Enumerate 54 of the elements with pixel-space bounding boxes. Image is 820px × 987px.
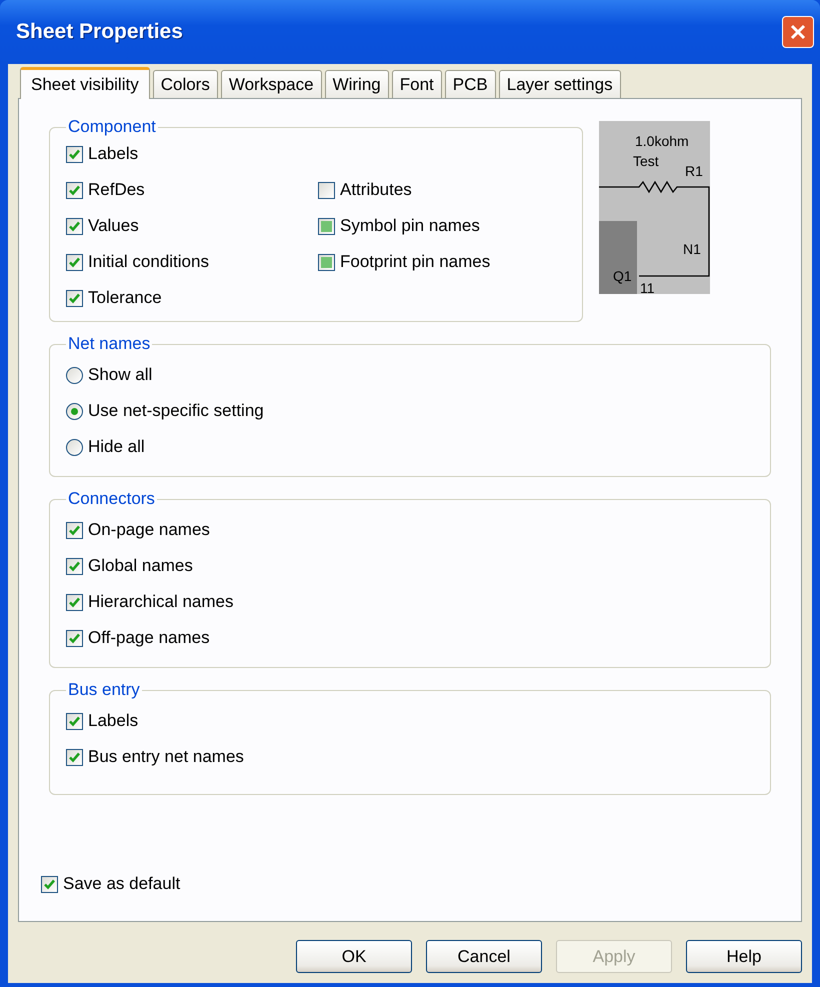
checkbox-option[interactable]: Values [66,213,139,239]
checkbox-option[interactable]: RefDes [66,177,145,203]
checkbox-option[interactable]: On-page names [66,517,210,543]
group-title: Bus entry [67,680,141,700]
checkbox-option[interactable]: Footprint pin names [318,249,490,275]
checkbox[interactable] [66,290,83,306]
tab[interactable]: Wiring [324,70,389,98]
checkbox[interactable] [66,594,83,610]
checkbox-option[interactable]: Global names [66,553,193,579]
close-icon [789,23,807,41]
checkbox-option[interactable]: Labels [66,141,138,167]
checkbox[interactable] [66,630,83,646]
checkbox[interactable] [318,218,335,234]
checkbox[interactable] [66,254,83,270]
checkbox-option[interactable]: Bus entry net names [66,744,244,770]
checkbox[interactable] [66,218,83,234]
tab[interactable]: Font [392,70,442,98]
tab[interactable]: Sheet visibility [20,67,150,99]
dialog-button[interactable]: OK [296,940,412,973]
checkbox[interactable] [318,254,335,270]
radio-option[interactable]: Hide all [66,434,145,460]
tab[interactable]: Layer settings [498,70,621,98]
checkbox-option[interactable]: Labels [66,708,138,734]
checkbox-option[interactable]: Initial conditions [66,249,209,275]
group-title: Connectors [67,489,156,509]
checkbox-option[interactable]: Symbol pin names [318,213,480,239]
tab[interactable]: PCB [444,70,496,98]
radio-button[interactable] [66,402,83,420]
radio-button[interactable] [66,438,83,456]
checkbox[interactable] [66,522,83,538]
radio-option[interactable]: Show all [66,362,152,388]
group-title: Net names [67,334,152,354]
checkbox[interactable] [318,182,335,198]
tab[interactable]: Workspace [220,70,322,98]
close-button[interactable] [782,16,814,48]
window-title: Sheet Properties [16,20,183,44]
checkbox[interactable] [66,748,83,766]
checkbox[interactable] [66,558,83,574]
tab[interactable]: Colors [152,70,218,98]
radio-option[interactable]: Use net-specific setting [66,398,264,424]
schematic-preview-drawing: 1.0kohm Test R1 N1 Q1 11 [599,121,710,294]
dialog-button[interactable]: Help [686,940,802,973]
dialog-button[interactable]: Cancel [426,940,542,973]
checkbox-option[interactable]: Hierarchical names [66,589,234,615]
checkbox-option[interactable]: Save as default [41,871,180,897]
checkbox[interactable] [66,712,83,730]
checkbox[interactable] [66,182,83,198]
checkbox[interactable] [66,146,83,162]
group-title: Component [67,117,157,137]
checkbox-option[interactable]: Tolerance [66,285,162,311]
radio-button[interactable] [66,366,83,384]
checkbox-option[interactable]: Attributes [318,177,412,203]
checkbox[interactable] [41,876,58,892]
checkbox-option[interactable]: Off-page names [66,625,210,651]
